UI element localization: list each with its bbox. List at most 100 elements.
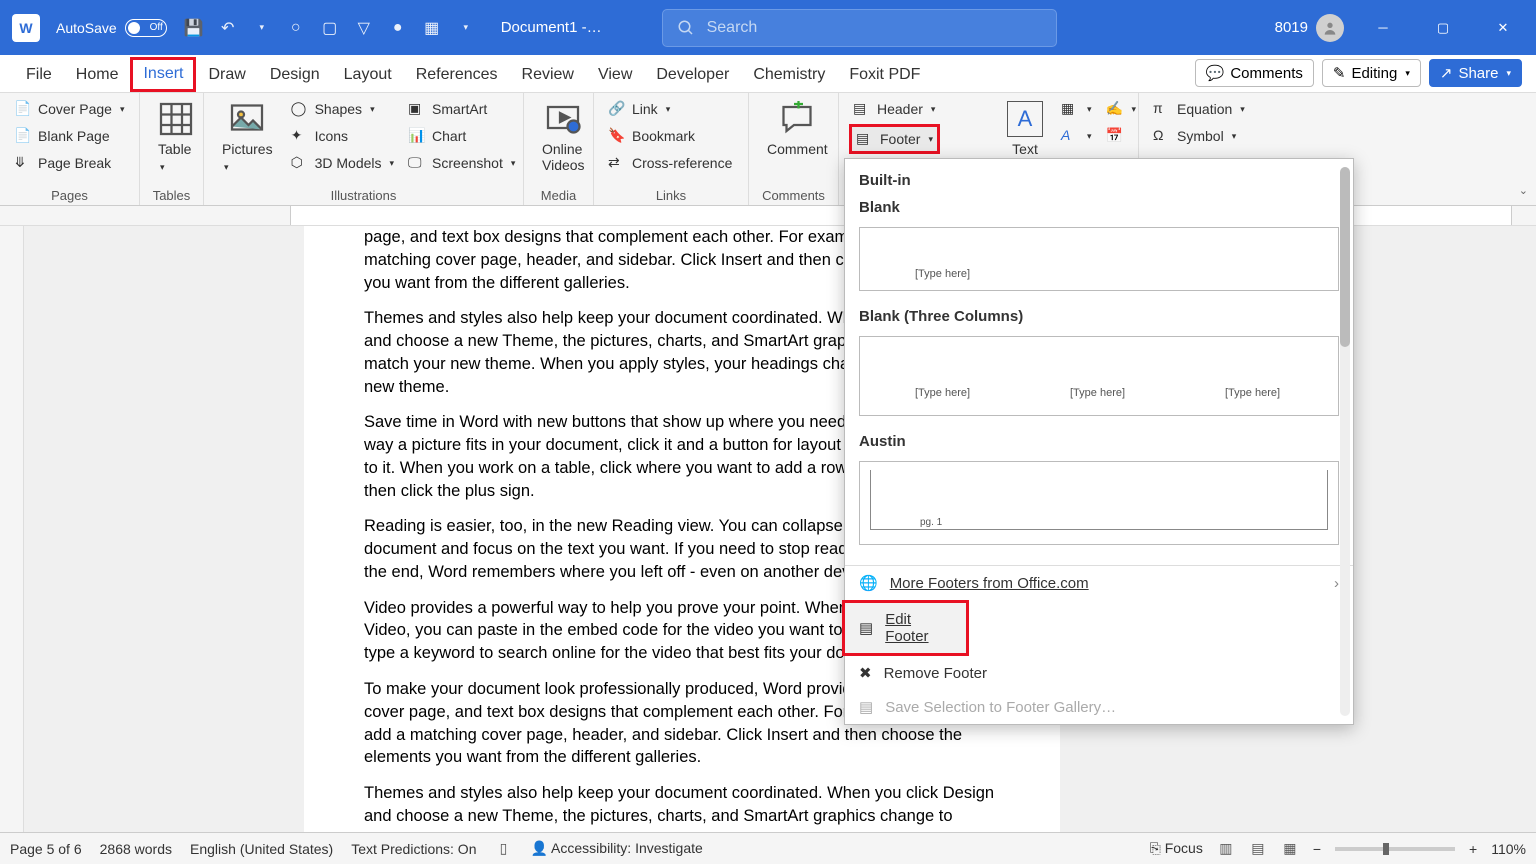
focus-mode-button[interactable]: ⎘ Focus [1150, 840, 1203, 857]
gallery-item-austin[interactable]: pg. 1 [859, 461, 1339, 545]
chart-button[interactable]: 📊Chart [404, 124, 519, 148]
zoom-level[interactable]: 110% [1491, 841, 1526, 857]
ribbon-tabs: File Home Insert Draw Design Layout Refe… [0, 55, 1536, 93]
tab-review[interactable]: Review [510, 60, 586, 92]
footer-gallery-dropdown: Built-in Blank [Type here] Blank (Three … [844, 158, 1354, 725]
group-media-label: Media [534, 186, 583, 203]
3d-models-button[interactable]: ⬡3D Models▾ [287, 151, 398, 175]
status-text-predictions[interactable]: Text Predictions: On [351, 841, 476, 857]
save-gallery-icon: ▤ [859, 698, 873, 716]
cross-reference-button[interactable]: ⇄Cross-reference [604, 151, 736, 175]
signature-button[interactable]: ✍▾ [1102, 97, 1141, 121]
share-button[interactable]: ↗ Share ▾ [1429, 59, 1522, 87]
group-illustrations-label: Illustrations [214, 186, 513, 203]
qat-icon-1[interactable]: ▢ [319, 17, 341, 39]
remove-footer-menu-item[interactable]: ✖Remove Footer [845, 656, 1353, 690]
save-icon[interactable]: 💾 [183, 17, 205, 39]
document-title: Document1 -… [501, 19, 602, 36]
group-comments-label: Comments [759, 186, 828, 203]
filter-icon[interactable]: ▽ [353, 17, 375, 39]
globe-icon: 🌐 [859, 574, 878, 592]
smartart-button[interactable]: ▣SmartArt [404, 97, 519, 121]
minimize-button[interactable]: ─ [1362, 13, 1404, 43]
gallery-heading-builtin: Built-in [857, 167, 1341, 194]
status-language[interactable]: English (United States) [190, 841, 333, 857]
header-button[interactable]: ▤Header▾ [849, 97, 940, 121]
gallery-item-austin-label: Austin [857, 428, 1341, 455]
undo-icon[interactable]: ↶ [217, 17, 239, 39]
status-bar: Page 5 of 6 2868 words English (United S… [0, 832, 1536, 864]
page-break-button[interactable]: ⤋Page Break [10, 151, 128, 175]
search-icon [677, 19, 695, 37]
more-footers-menu-item[interactable]: 🌐More Footers from Office.com› [845, 566, 1353, 600]
blank-page-button[interactable]: 📄Blank Page [10, 124, 128, 148]
tab-file[interactable]: File [14, 60, 64, 92]
text-box-button[interactable]: AText [999, 97, 1051, 161]
paragraph: Themes and styles also help keep your do… [364, 782, 1000, 832]
status-accessibility[interactable]: 👤 Accessibility: Investigate [530, 840, 702, 857]
tab-chemistry[interactable]: Chemistry [741, 60, 837, 92]
title-bar: W AutoSave Off 💾 ↶ ▾ ○ ▢ ▽ ● ▦ ▾ Documen… [0, 0, 1536, 55]
collapse-ribbon-icon[interactable]: ⌄ [1519, 184, 1528, 197]
gallery-scrollbar[interactable] [1340, 167, 1350, 565]
shapes-button[interactable]: ◯Shapes▾ [287, 97, 398, 121]
tab-layout[interactable]: Layout [332, 60, 404, 92]
date-time-button[interactable]: 📅 [1102, 124, 1141, 148]
web-layout-icon[interactable]: ▦ [1281, 840, 1299, 858]
word-app-icon: W [12, 14, 40, 42]
link-button[interactable]: 🔗Link▾ [604, 97, 736, 121]
maximize-button[interactable]: ▢ [1422, 13, 1464, 43]
table-button[interactable]: Table ▾ [150, 97, 202, 177]
edit-icon: ▤ [859, 619, 873, 637]
symbol-button[interactable]: ΩSymbol▾ [1149, 124, 1249, 148]
remove-icon: ✖ [859, 664, 872, 682]
tab-design[interactable]: Design [258, 60, 332, 92]
autosave-toggle[interactable]: AutoSave Off [56, 19, 167, 37]
user-account[interactable]: 8019 [1275, 14, 1344, 42]
tab-developer[interactable]: Developer [644, 60, 741, 92]
vertical-ruler[interactable] [0, 226, 24, 832]
tab-draw[interactable]: Draw [196, 60, 257, 92]
redo-icon[interactable]: ○ [285, 17, 307, 39]
group-pages-label: Pages [10, 186, 129, 203]
footer-button[interactable]: ▤Footer▾ [849, 124, 940, 154]
zoom-out-button[interactable]: − [1313, 841, 1321, 857]
online-videos-button[interactable]: Online Videos [534, 97, 593, 177]
cover-page-button[interactable]: 📄Cover Page▾ [10, 97, 128, 121]
screenshot-button[interactable]: 🖵Screenshot▾ [404, 151, 519, 175]
gallery-item-blank-label: Blank [857, 194, 1341, 221]
zoom-slider[interactable] [1335, 847, 1455, 851]
tab-references[interactable]: References [404, 60, 510, 92]
icons-button[interactable]: ✦Icons [287, 124, 398, 148]
pictures-button[interactable]: Pictures ▾ [214, 97, 281, 177]
record-icon[interactable]: ● [387, 17, 409, 39]
status-word-count[interactable]: 2868 words [100, 841, 172, 857]
edit-footer-menu-item[interactable]: ▤Edit Footer [842, 600, 969, 656]
group-links-label: Links [604, 186, 738, 203]
search-box[interactable]: Search [662, 9, 1057, 47]
tab-insert[interactable]: Insert [130, 57, 196, 92]
close-button[interactable]: ✕ [1482, 13, 1524, 43]
wordart-button[interactable]: A▾ [1057, 124, 1096, 148]
status-page[interactable]: Page 5 of 6 [10, 841, 82, 857]
print-layout-icon[interactable]: ▤ [1249, 840, 1267, 858]
tab-view[interactable]: View [586, 60, 644, 92]
read-mode-icon[interactable]: ▥ [1217, 840, 1235, 858]
quick-parts-button[interactable]: ▦▾ [1057, 97, 1096, 121]
equation-button[interactable]: πEquation▾ [1149, 97, 1249, 121]
bookmark-button[interactable]: 🔖Bookmark [604, 124, 736, 148]
editing-mode-button[interactable]: ✎ Editing ▾ [1322, 59, 1421, 87]
avatar-icon [1316, 14, 1344, 42]
tab-home[interactable]: Home [64, 60, 131, 92]
tab-foxit[interactable]: Foxit PDF [837, 60, 932, 92]
macro-icon[interactable]: ▯ [494, 840, 512, 858]
gallery-item-blank-three-columns[interactable]: [Type here] [Type here] [Type here] [859, 336, 1339, 416]
undo-chevron-icon[interactable]: ▾ [251, 17, 273, 39]
save-to-gallery-menu-item: ▤Save Selection to Footer Gallery… [845, 690, 1353, 724]
qat-more-icon[interactable]: ▾ [455, 17, 477, 39]
gallery-item-blank[interactable]: [Type here] [859, 227, 1339, 291]
comment-button[interactable]: Comment [759, 97, 836, 161]
qat-icon-2[interactable]: ▦ [421, 17, 443, 39]
comments-button[interactable]: 💬 Comments [1195, 59, 1314, 87]
zoom-in-button[interactable]: + [1469, 841, 1477, 857]
